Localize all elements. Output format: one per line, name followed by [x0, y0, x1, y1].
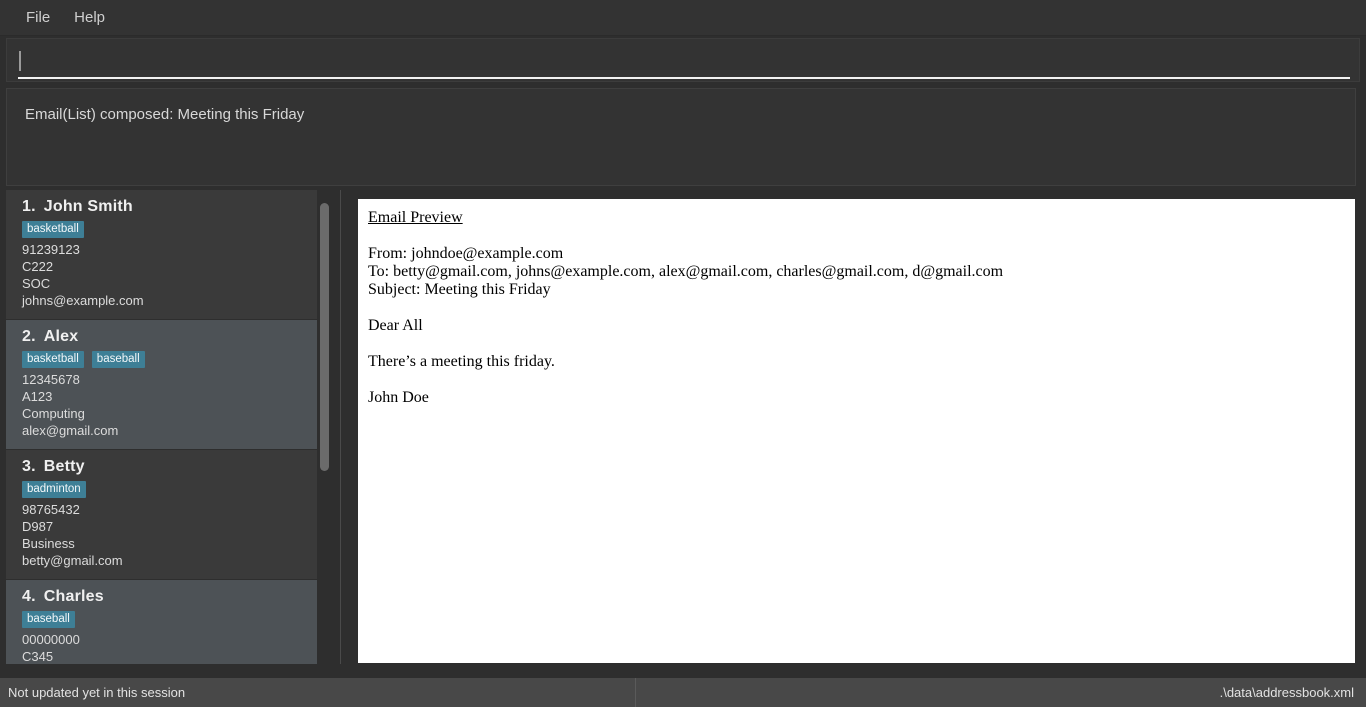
email-body-text: There’s a meeting this friday. [368, 353, 555, 370]
person-faculty: Computing [22, 406, 85, 421]
sync-status-text: Not updated yet in this session [8, 685, 186, 700]
person-tag: basketball [22, 221, 84, 238]
person-email: betty@gmail.com [22, 553, 123, 568]
command-input[interactable] [18, 45, 1350, 79]
person-index: 3. [22, 458, 36, 475]
text-caret [19, 51, 21, 71]
email-preview-content: Email Preview From: johndoe@example.com … [358, 199, 1355, 407]
person-tag-row: basketball baseball [22, 351, 318, 368]
result-display-text: Email(List) composed: Meeting this Frida… [25, 106, 305, 123]
menu-item-file[interactable]: File [16, 7, 60, 28]
person-tag: basketball [22, 351, 84, 368]
person-index: 1. [22, 198, 36, 215]
person-tag-row: basketball [22, 221, 318, 238]
status-bar-divider [635, 678, 636, 707]
person-name-row: 3. Betty [22, 458, 318, 476]
person-phone: 12345678 [22, 372, 80, 387]
person-name-row: 1. John Smith [22, 198, 318, 216]
person-phone: 98765432 [22, 502, 80, 517]
person-id: C345 [22, 649, 54, 664]
person-email: johns@example.com [22, 293, 144, 308]
panel-splitter[interactable] [340, 190, 341, 664]
email-from-line: From: johndoe@example.com [368, 245, 564, 262]
person-list: 1. John Smith basketball 91239123 C222 SOC joh… [6, 190, 318, 664]
email-to-line: To: betty@gmail.com, johns@example.com, … [368, 263, 1004, 280]
person-name-row: 4. Charles [22, 588, 318, 606]
person-id: A123 [22, 389, 53, 404]
person-name: Alex [43, 328, 79, 345]
person-tag: badminton [22, 481, 86, 498]
person-card[interactable]: 4.Charlesbaseball00000000C345Science [6, 580, 318, 664]
person-tag-row: baseball [22, 611, 318, 628]
person-id: C222 [22, 259, 54, 274]
person-phone: 91239123 [22, 242, 80, 257]
person-name-row: 2. Alex [22, 328, 318, 346]
save-location-text: .\data\addressbook.xml [1219, 685, 1354, 700]
person-faculty: SOC [22, 276, 51, 291]
menu-item-help[interactable]: Help [64, 7, 115, 28]
email-preview-panel: Email Preview From: johndoe@example.com … [358, 199, 1355, 663]
person-index: 2. [22, 328, 36, 345]
person-card[interactable]: 2. Alex basketball baseball 12345678 A123 Comp… [6, 320, 318, 450]
person-tag: baseball [91, 351, 145, 368]
person-index: 4. [22, 588, 36, 605]
person-name: Charles [43, 588, 104, 605]
person-card[interactable]: 1. John Smith basketball 91239123 C222 SOC joh… [6, 190, 318, 320]
email-subject-line: Subject: Meeting this Friday [368, 281, 551, 298]
status-bar: Not updated yet in this session .\data\a… [0, 678, 1366, 707]
main-area: 1. John Smith basketball 91239123 C222 SOC joh… [0, 190, 1366, 668]
person-list-panel[interactable]: 1. John Smith basketball 91239123 C222 SOC joh… [6, 190, 334, 664]
person-name: John Smith [43, 198, 133, 215]
person-tag: baseball [22, 611, 75, 628]
person-email: alex@gmail.com [22, 423, 119, 438]
person-tag-row: badminton [22, 481, 318, 498]
person-name: Betty [43, 458, 85, 475]
result-display-box: Email(List) composed: Meeting this Frida… [6, 88, 1356, 186]
email-body-greeting: Dear All [368, 317, 423, 334]
command-box [6, 38, 1360, 82]
person-card[interactable]: 3. Betty badminton 98765432 D987 Business bett… [6, 450, 318, 580]
email-body-signature: John Doe [368, 389, 429, 406]
menu-bar: File Help [0, 0, 1366, 36]
person-id: D987 [22, 519, 54, 534]
email-preview-title: Email Preview [368, 209, 463, 226]
person-phone: 00000000 [22, 632, 80, 647]
person-list-scrollbar-thumb[interactable] [320, 203, 329, 471]
person-faculty: Business [22, 536, 75, 551]
